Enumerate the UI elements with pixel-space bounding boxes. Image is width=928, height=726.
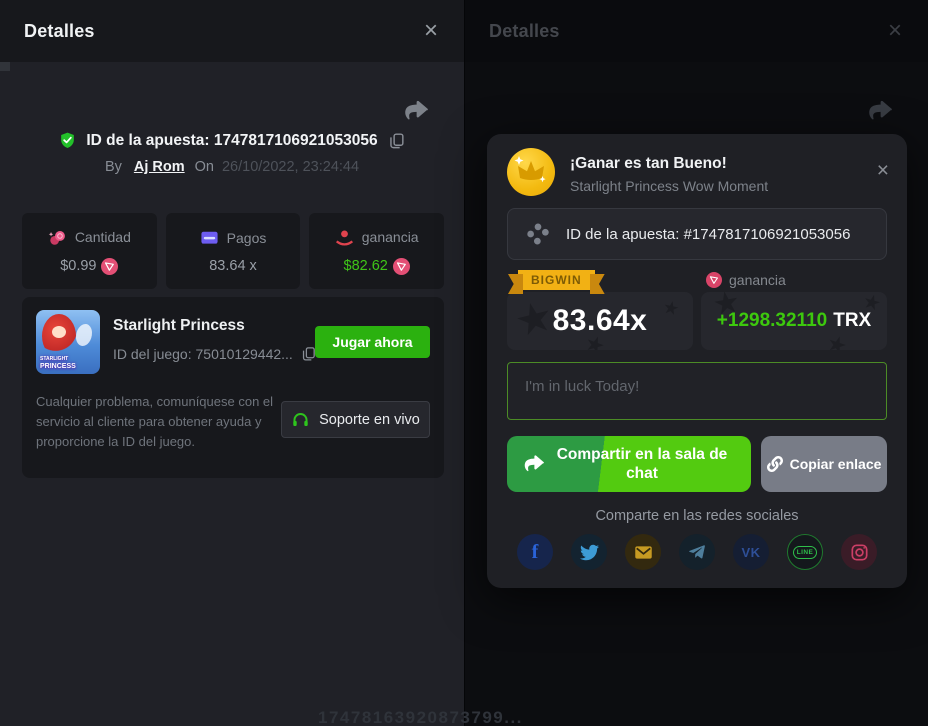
stat-label: Pagos: [227, 230, 267, 246]
trx-coin-icon: [101, 258, 118, 275]
share-win-dialog: ¡Ganar es tan Bueno! Starlight Princess …: [487, 134, 907, 588]
telegram-icon: [688, 543, 706, 561]
screen: Detalles × ID de la apuesta: 17478171069…: [0, 0, 928, 726]
share-actions-row: Compartir en la sala de chat Copiar enla…: [507, 436, 887, 492]
background-bet-id-ghost-text: 17478163920873799...: [318, 708, 523, 726]
instagram-icon: [850, 543, 869, 562]
bigwin-badge: BIGWIN: [518, 270, 595, 290]
trx-coin-icon: [393, 258, 410, 275]
by-label: By: [105, 159, 122, 175]
profit-label: ganancia: [729, 272, 786, 288]
multiplier-column: BIGWIN ★ ★ ★ 83.64x: [507, 268, 693, 350]
live-support-label: Soporte en vivo: [319, 412, 420, 428]
details-modal-left: Detalles × ID de la apuesta: 17478171069…: [0, 0, 464, 726]
dialog-bet-id-text: ID de la apuesta: #1747817106921053056: [566, 226, 850, 243]
verified-shield-icon: [58, 131, 77, 150]
share-bet-button-dimmed[interactable]: [866, 98, 892, 129]
link-icon: [767, 456, 783, 472]
trx-coin-icon: [706, 272, 722, 288]
email-icon: [634, 543, 653, 562]
star-decoration: ★: [661, 297, 681, 321]
bet-id-text: ID de la apuesta: 1747817106921053056: [86, 132, 377, 150]
multiplier-value: 83.64x: [553, 304, 648, 338]
headset-icon: [291, 410, 310, 429]
copy-link-label: Copiar enlace: [790, 456, 882, 472]
game-thumbnail[interactable]: STARLIGHT PRINCESS: [36, 310, 100, 374]
details-modal-right-dimmed: Detalles × ¡Ganar es tan Bueno! Starligh…: [464, 0, 928, 726]
share-arrow-icon: [866, 98, 892, 124]
stat-label: ganancia: [362, 229, 419, 245]
instagram-button[interactable]: [841, 534, 877, 570]
twitter-button[interactable]: [571, 534, 607, 570]
bet-stats-row: Cantidad $0.99 Pagos 83.64 x: [22, 213, 444, 289]
copy-link-button[interactable]: Copiar enlace: [761, 436, 887, 492]
profit-column: ganancia ★ ★ ★ +1298.32110TRX: [701, 268, 887, 350]
coins-icon: [48, 228, 67, 247]
stat-label: Cantidad: [75, 229, 131, 245]
star-decoration: ★: [824, 330, 851, 350]
bet-meta-row: By Aj Rom On 26/10/2022, 23:24:44: [0, 159, 464, 175]
twitter-icon: [580, 543, 599, 562]
share-bet-button[interactable]: [402, 98, 428, 129]
author-link[interactable]: Aj Rom: [134, 159, 185, 175]
vk-icon: VK: [741, 545, 760, 560]
profit-panel: ★ ★ ★ +1298.32110TRX: [701, 292, 887, 350]
win-summary-row: BIGWIN ★ ★ ★ 83.64x ganancia ★: [507, 268, 887, 350]
share-arrow-icon: [402, 98, 428, 124]
share-to-chat-label: Compartir en la sala de chat: [547, 445, 737, 484]
share-dialog-subtitle: Starlight Princess Wow Moment: [570, 178, 768, 194]
close-icon[interactable]: ×: [424, 19, 438, 43]
multiplier-panel: ★ ★ ★ 83.64x: [507, 292, 693, 350]
dialog-close-icon[interactable]: ×: [877, 160, 889, 181]
stat-card-profit: ganancia $82.62: [309, 213, 444, 289]
game-row: STARLIGHT PRINCESS Starlight Princess ID…: [36, 310, 430, 374]
share-arrow-icon: [522, 453, 544, 475]
bet-id-row: ID de la apuesta: 1747817106921053056: [0, 131, 464, 150]
line-button[interactable]: LINE: [787, 534, 823, 570]
copy-bet-id-icon[interactable]: [387, 131, 406, 150]
share-message-input[interactable]: [507, 362, 887, 420]
facebook-button[interactable]: f: [517, 534, 553, 570]
support-text: Cualquier problema, comuníquese con el s…: [36, 392, 281, 452]
profit-currency: TRX: [833, 310, 871, 331]
right-modal-title: Detalles: [489, 21, 560, 42]
profit-value: +1298.32110: [717, 310, 827, 331]
play-now-button[interactable]: Jugar ahora: [315, 326, 430, 358]
share-dialog-title: ¡Ganar es tan Bueno!: [570, 155, 768, 173]
line-icon: LINE: [793, 546, 817, 559]
facebook-icon: f: [532, 541, 539, 564]
stat-card-payout: Pagos 83.64 x: [166, 213, 301, 289]
stat-value: $0.99: [60, 258, 96, 274]
live-support-button[interactable]: Soporte en vivo: [281, 401, 430, 438]
on-label: On: [195, 159, 214, 175]
email-button[interactable]: [625, 534, 661, 570]
game-info-card: STARLIGHT PRINCESS Starlight Princess ID…: [22, 297, 444, 478]
support-row: Cualquier problema, comuníquese con el s…: [36, 392, 430, 452]
stat-value: 83.64 x: [209, 258, 257, 274]
social-icons-row: f VK LINE: [507, 534, 887, 570]
credit-card-icon: [200, 228, 219, 247]
left-modal-title: Detalles: [24, 21, 95, 42]
win-medal-icon: [507, 148, 555, 196]
social-caption: Comparte en las redes sociales: [507, 508, 887, 524]
stat-card-amount: Cantidad $0.99: [22, 213, 157, 289]
share-to-chat-button[interactable]: Compartir en la sala de chat: [507, 436, 751, 492]
gamepad-dots-icon: [525, 221, 551, 247]
share-message-box: [507, 362, 887, 420]
dialog-bet-id-box: ID de la apuesta: #1747817106921053056: [507, 208, 887, 260]
vk-button[interactable]: VK: [733, 534, 769, 570]
close-icon-dimmed[interactable]: ×: [888, 19, 902, 43]
right-modal-header: Detalles ×: [465, 0, 928, 62]
left-modal-header: Detalles ×: [0, 0, 464, 62]
thumb-title-line2: PRINCESS: [40, 363, 100, 371]
share-dialog-header: ¡Ganar es tan Bueno! Starlight Princess …: [507, 148, 887, 196]
game-id-text: ID del juego: 75010129442...: [113, 346, 293, 362]
game-title: Starlight Princess: [113, 317, 317, 335]
stat-value: $82.62: [344, 258, 388, 274]
hand-coin-icon: [335, 228, 354, 247]
telegram-button[interactable]: [679, 534, 715, 570]
star-decoration: ★: [510, 292, 558, 347]
bet-datetime: 26/10/2022, 23:24:44: [222, 159, 359, 175]
